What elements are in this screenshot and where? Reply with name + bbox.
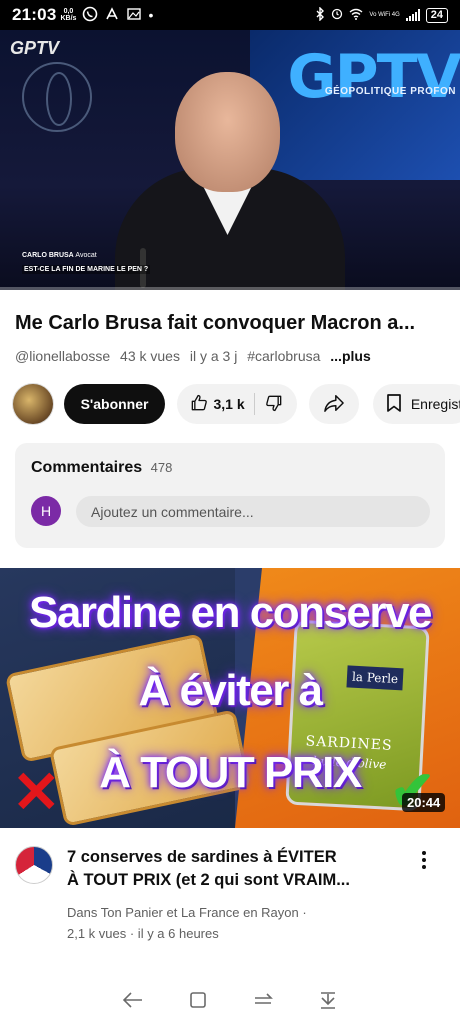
next-video-card[interactable]: 7 conserves de sardines à ÉVITER À TOUT … <box>0 840 460 950</box>
speaker-head <box>175 72 280 192</box>
thumb-headline-1: Sardine en conserve <box>29 588 432 637</box>
save-button[interactable]: Enregistrer <box>372 384 460 424</box>
like-dislike-pill: 3,1 k <box>177 384 298 424</box>
back-icon[interactable] <box>118 985 148 1015</box>
next-video-meta: Dans Ton Panier et La France en Rayon · … <box>67 902 307 944</box>
signal-icon <box>405 9 420 21</box>
video-player[interactable]: GPTV GÉOPOLITIQUE PROFON GPTV CARLO BRUS… <box>0 30 460 290</box>
user-avatar: H <box>31 496 61 526</box>
thumb-down-icon[interactable] <box>264 393 284 416</box>
video-title[interactable]: Me Carlo Brusa fait convoquer Macron a..… <box>15 312 455 335</box>
next-video-title-line2: À TOUT PRIX (et 2 qui sont VRAIM... <box>67 871 350 889</box>
battery-icon: 24 <box>425 7 448 23</box>
lower-third-name: CARLO BRUSA <box>22 252 74 259</box>
comments-label: Commentaires <box>31 459 143 476</box>
comments-header: Commentaires 478 <box>31 459 172 477</box>
comments-panel[interactable]: Commentaires 478 H Ajoutez un commentair… <box>15 443 445 548</box>
like-count[interactable]: 3,1 k <box>213 396 244 412</box>
channel-avatar[interactable] <box>12 383 54 425</box>
cross-icon: ✕ <box>12 760 61 825</box>
lower-third-name-line: CARLO BRUSA Avocat <box>22 252 150 259</box>
next-video-thumbnail[interactable]: la Perle SARDINES huile d'olive Sardine … <box>0 568 460 828</box>
share-icon <box>323 393 345 416</box>
bookmark-icon <box>385 393 403 416</box>
alarm-icon <box>331 8 343 23</box>
video-info: Me Carlo Brusa fait convoquer Macron a..… <box>0 290 460 560</box>
upload-age: il y a 3 j <box>189 348 238 364</box>
next-channel-avatar[interactable] <box>15 846 53 884</box>
pdf-icon <box>104 6 120 25</box>
home-icon[interactable] <box>183 985 213 1015</box>
next-video-channel: Dans Ton Panier et La France en Rayon · <box>67 905 307 920</box>
thumb-headline-2: À éviter à <box>138 666 323 715</box>
subscribe-button[interactable]: S'abonner <box>63 384 166 424</box>
lower-third-question: EST-CE LA FIN DE MARINE LE PEN ? <box>22 265 151 274</box>
thumb-up-icon[interactable] <box>189 393 209 416</box>
dot-icon: • <box>148 7 154 23</box>
hide-nav-icon[interactable] <box>313 985 343 1015</box>
studio-tagline: GÉOPOLITIQUE PROFON <box>324 86 456 97</box>
net-speed: 0,0 KB/s <box>60 8 76 22</box>
lower-third: CARLO BRUSA Avocat EST-CE LA FIN DE MARI… <box>22 252 151 274</box>
system-nav-bar <box>0 976 460 1024</box>
channel-handle[interactable]: @lionellabosse <box>15 348 110 364</box>
save-label: Enregistrer <box>410 396 460 412</box>
like-separator <box>253 393 255 415</box>
notification-icons: • <box>82 6 153 25</box>
comment-input[interactable]: Ajoutez un commentaire... <box>76 496 430 527</box>
comments-count: 478 <box>150 460 173 475</box>
more-link[interactable]: ...plus <box>330 348 370 364</box>
system-icons: Vo WiFi 4G 24 <box>315 5 448 24</box>
next-video-stats: 2,1 k vues · il y a 6 heures <box>67 926 219 941</box>
net-speed-unit: KB/s <box>60 15 77 22</box>
share-button[interactable] <box>309 384 359 424</box>
bluetooth-icon <box>315 5 325 24</box>
net-speed-value: 0,0 <box>63 8 74 15</box>
next-video-title-line1: 7 conserves de sardines à ÉVITER <box>67 848 337 866</box>
image-icon <box>126 6 142 25</box>
action-bar: S'abonner 3,1 k Enregistrer <box>12 383 460 425</box>
video-duration: 20:44 <box>402 793 446 812</box>
next-video-title[interactable]: 7 conserves de sardines à ÉVITER À TOUT … <box>67 846 407 892</box>
more-vert-icon[interactable] <box>412 848 436 872</box>
lower-third-role: Avocat <box>75 252 97 259</box>
wifi-icon <box>349 8 363 23</box>
video-meta[interactable]: @lionellabosse 43 k vues il y a 3 j #car… <box>15 348 377 364</box>
hashtag[interactable]: #carlobrusa <box>247 348 320 364</box>
channel-watermark: GPTV <box>10 38 60 58</box>
studio-logo: GPTV <box>287 42 460 112</box>
view-count: 43 k vues <box>120 348 180 364</box>
globe-graphic <box>22 62 92 132</box>
recents-icon[interactable] <box>248 985 278 1015</box>
status-bar: 21:03 0,0 KB/s • Vo WiFi 4G 24 <box>0 0 460 30</box>
wifi-calling-label: Vo WiFi 4G <box>369 12 400 18</box>
status-time: 21:03 <box>12 5 57 24</box>
whatsapp-icon <box>82 6 98 25</box>
